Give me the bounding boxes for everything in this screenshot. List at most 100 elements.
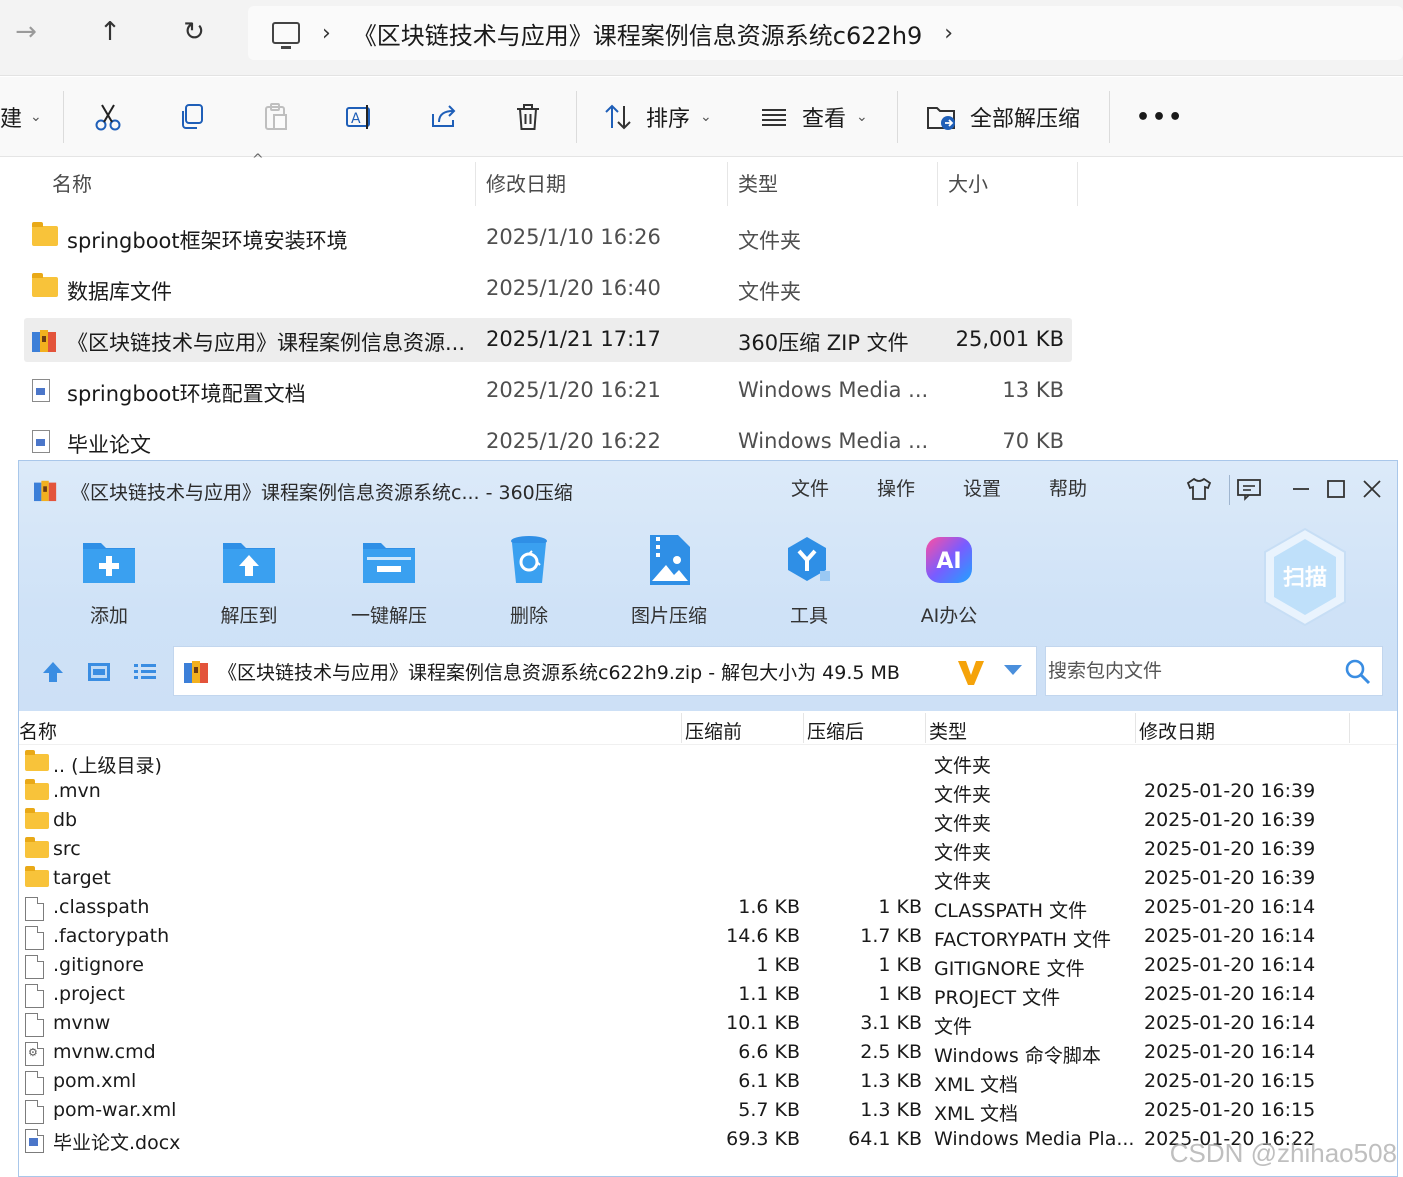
table-row[interactable]: mvnw.cmd 6.6 KB 2.5 KB Windows 命令脚本 2025… xyxy=(19,1039,1397,1068)
delete-archive-button[interactable]: 删除 xyxy=(479,533,579,628)
explorer-column-headers: 名称 修改日期 类型 大小 xyxy=(0,158,1403,206)
paste-icon xyxy=(260,101,292,133)
table-row[interactable]: .factorypath 14.6 KB 1.7 KB FACTORYPATH … xyxy=(19,923,1397,952)
address-path[interactable]: 《区块链技术与应用》课程案例信息资源系统c622h9 xyxy=(353,16,922,51)
paste-button[interactable] xyxy=(260,97,292,137)
column-date[interactable]: 修改日期 xyxy=(486,158,566,206)
folder-icon xyxy=(25,866,49,890)
copy-button[interactable] xyxy=(176,97,208,137)
tools-button[interactable]: 工具 xyxy=(759,533,859,628)
media-document-icon xyxy=(25,1129,44,1158)
menu-settings[interactable]: 设置 xyxy=(963,474,1001,501)
parent-folder-button[interactable] xyxy=(39,658,67,686)
refresh-button[interactable]: ↻ xyxy=(176,14,212,50)
close-button[interactable] xyxy=(1354,471,1390,507)
chevron-right-icon[interactable]: › xyxy=(944,21,953,46)
table-row[interactable]: .classpath 1.6 KB 1 KB CLASSPATH 文件 2025… xyxy=(19,894,1397,923)
table-row[interactable]: target 文件夹 2025-01-20 16:39 xyxy=(19,865,1397,894)
list-item[interactable]: 数据库文件 2025/1/20 16:40 文件夹 xyxy=(24,267,1072,311)
list-item[interactable]: springboot环境配置文档 2025/1/20 16:21 Windows… xyxy=(24,369,1072,413)
table-row[interactable]: pom.xml 6.1 KB 1.3 KB XML 文档 2025-01-20 … xyxy=(19,1068,1397,1097)
chevron-right-icon: › xyxy=(322,20,331,46)
forward-button[interactable]: → xyxy=(8,14,44,50)
trash-icon xyxy=(512,101,544,133)
search-icon[interactable] xyxy=(1344,658,1372,686)
extract-to-button[interactable]: 解压到 xyxy=(199,533,299,628)
delete-button[interactable] xyxy=(512,97,544,137)
minimize-button[interactable] xyxy=(1283,471,1319,507)
view-list-icon xyxy=(758,101,790,133)
zip-column-headers: 名称 压缩前 压缩后 类型 修改日期 xyxy=(19,713,1397,745)
ai-office-button[interactable]: AI AI办公 xyxy=(899,533,999,628)
media-document-icon xyxy=(32,430,50,458)
scissors-icon xyxy=(92,101,124,133)
column-before[interactable]: 压缩前 xyxy=(685,717,742,744)
file-icon xyxy=(25,984,44,1013)
shirt-icon xyxy=(1186,477,1212,500)
list-view-button[interactable] xyxy=(131,658,159,686)
add-button[interactable]: 添加 xyxy=(59,533,159,628)
thumbnail-view-icon xyxy=(88,663,110,681)
view-button[interactable]: 查看 ⌄ xyxy=(758,97,868,137)
list-item-selected[interactable]: 《区块链技术与应用》课程案例信息资源... 2025/1/21 17:17 36… xyxy=(24,318,1072,362)
script-file-icon xyxy=(25,1042,44,1071)
table-row[interactable]: src 文件夹 2025-01-20 16:39 xyxy=(19,836,1397,865)
menu-file[interactable]: 文件 xyxy=(791,474,829,501)
menu-help[interactable]: 帮助 xyxy=(1049,474,1087,501)
table-row[interactable]: .project 1.1 KB 1 KB PROJECT 文件 2025-01-… xyxy=(19,981,1397,1010)
archive-search-box[interactable] xyxy=(1045,646,1383,696)
table-row[interactable]: .. (上级目录) 文件夹 xyxy=(19,749,1397,778)
folder-icon xyxy=(25,750,49,774)
list-item[interactable]: springboot框架环境安装环境 2025/1/10 16:26 文件夹 xyxy=(24,216,1072,260)
share-button[interactable] xyxy=(428,97,460,137)
path-dropdown-icon[interactable] xyxy=(1004,665,1022,675)
menu-operate[interactable]: 操作 xyxy=(877,474,915,501)
column-name[interactable]: 名称 xyxy=(52,158,92,206)
up-button[interactable]: ↑ xyxy=(92,14,128,50)
one-click-extract-icon xyxy=(361,533,417,587)
column-type[interactable]: 类型 xyxy=(738,158,778,206)
scan-button[interactable]: 扫描 xyxy=(1259,525,1351,629)
column-name[interactable]: 名称 xyxy=(19,717,57,744)
sort-icon xyxy=(602,101,634,133)
table-row[interactable]: .gitignore 1 KB 1 KB GITIGNORE 文件 2025-0… xyxy=(19,952,1397,981)
more-options-button[interactable]: ••• xyxy=(1136,97,1184,137)
table-row[interactable]: db 文件夹 2025-01-20 16:39 xyxy=(19,807,1397,836)
chevron-down-icon: ⌄ xyxy=(856,109,868,125)
zip-archive-icon xyxy=(184,661,208,683)
delete-icon xyxy=(501,533,557,587)
column-type[interactable]: 类型 xyxy=(929,717,967,744)
explorer-nav-bar: → ↑ ↻ › 《区块链技术与应用》课程案例信息资源系统c622h9 › xyxy=(0,0,1403,76)
archive-path-field[interactable]: 《区块链技术与应用》课程案例信息资源系统c622h9.zip - 解包大小为 4… xyxy=(173,646,1037,696)
column-date[interactable]: 修改日期 xyxy=(1139,717,1215,744)
zip-header: 《区块链技术与应用》课程案例信息资源系统c... - 360压缩 文件 操作 设… xyxy=(19,461,1397,711)
svg-text:AI: AI xyxy=(936,549,961,574)
rename-button[interactable]: A xyxy=(344,97,376,137)
skin-button[interactable] xyxy=(1181,471,1217,507)
vip-v-icon[interactable] xyxy=(956,657,986,687)
add-icon xyxy=(81,533,137,587)
table-row[interactable]: mvnw 10.1 KB 3.1 KB 文件 2025-01-20 16:14 xyxy=(19,1010,1397,1039)
thumbnail-view-button[interactable] xyxy=(85,658,113,686)
one-click-extract-button[interactable]: 一键解压 xyxy=(339,533,439,628)
extract-all-button[interactable]: 全部解压缩 xyxy=(926,97,1080,137)
svg-text:A: A xyxy=(351,111,361,127)
sort-button[interactable]: 排序 ⌄ xyxy=(602,97,712,137)
address-bar[interactable]: › 《区块链技术与应用》课程案例信息资源系统c622h9 › xyxy=(248,6,1403,60)
cut-button[interactable] xyxy=(92,97,124,137)
explorer-command-bar: 建 ⌄ A 排序 ⌄ 查看 ⌄ 全部解压缩 ••• xyxy=(0,77,1403,157)
image-compress-button[interactable]: 图片压缩 xyxy=(619,533,719,628)
list-item[interactable]: 毕业论文 2025/1/20 16:22 Windows Media ... 7… xyxy=(24,420,1072,464)
file-icon xyxy=(25,1071,44,1100)
table-row[interactable]: .mvn 文件夹 2025-01-20 16:39 xyxy=(19,778,1397,807)
column-size[interactable]: 大小 xyxy=(948,158,988,206)
column-after[interactable]: 压缩后 xyxy=(807,717,864,744)
watermark: CSDN @zhihao508 xyxy=(1169,1138,1397,1168)
window-title: 《区块链技术与应用》课程案例信息资源系统c... - 360压缩 xyxy=(71,482,573,504)
new-button[interactable]: 建 ⌄ xyxy=(0,97,42,137)
table-row[interactable]: pom-war.xml 5.7 KB 1.3 KB XML 文档 2025-01… xyxy=(19,1097,1397,1126)
feedback-button[interactable] xyxy=(1231,471,1267,507)
chevron-down-icon: ⌄ xyxy=(700,109,712,125)
maximize-button[interactable] xyxy=(1318,471,1354,507)
search-input[interactable] xyxy=(1048,660,1328,682)
